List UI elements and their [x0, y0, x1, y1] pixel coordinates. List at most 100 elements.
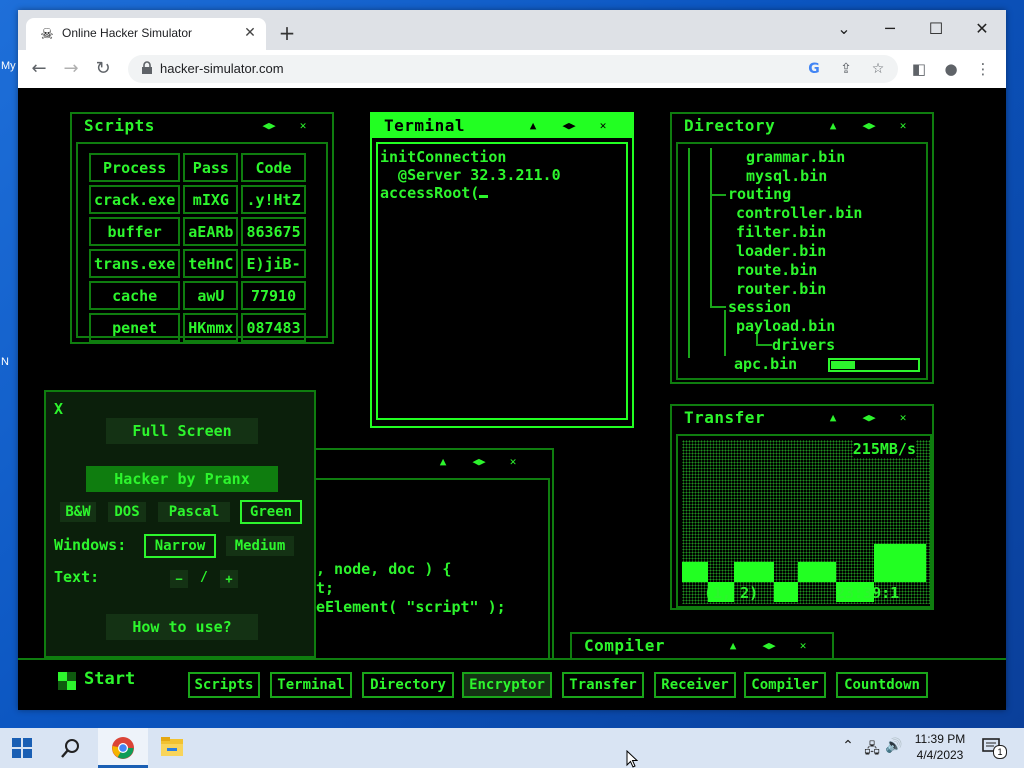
windows-start-icon[interactable] — [12, 738, 32, 758]
resize-lr-icon[interactable]: ◀▶ — [260, 117, 278, 135]
theme-green-button[interactable]: Green — [240, 500, 302, 524]
dir-file[interactable]: controller.bin — [736, 204, 862, 222]
close-icon[interactable]: ✕ — [894, 117, 912, 135]
tree-line — [710, 194, 726, 196]
close-window-button[interactable]: ✕ — [960, 14, 1004, 44]
tree-line — [710, 306, 726, 308]
dir-folder[interactable]: session — [728, 298, 791, 316]
resize-lr-icon[interactable]: ◀▶ — [760, 637, 778, 655]
network-icon[interactable]: 🖧 — [862, 738, 882, 762]
text-increase-button[interactable]: + — [220, 570, 238, 588]
taskbar-countdown[interactable]: Countdown — [836, 672, 928, 698]
side-panel-icon[interactable]: ◧ — [908, 58, 930, 80]
terminal-window[interactable]: Terminal ▲ ◀▶ ✕ initConnection @Server 3… — [370, 112, 634, 428]
hacker-simulator-page: Scripts ◀▶ ✕ Process Pass Code crack.exe… — [18, 88, 1006, 710]
chrome-taskbar-button[interactable] — [98, 728, 148, 768]
theme-dos-button[interactable]: DOS — [108, 502, 146, 522]
transfer-window[interactable]: Transfer ▲ ◀▶ ✕ 215MB/s (1, 2) 23:39:1 — [670, 404, 934, 610]
profile-icon[interactable]: ● — [940, 58, 962, 80]
options-close-button[interactable]: X — [54, 400, 63, 418]
resize-lr-icon[interactable]: ◀▶ — [860, 409, 878, 427]
tab-search-icon[interactable]: ⌄ — [822, 14, 866, 44]
desktop-icon-label[interactable]: N — [1, 356, 9, 368]
menu-icon[interactable]: ⋮ — [972, 58, 994, 80]
back-icon[interactable]: ← — [26, 56, 52, 82]
dir-folder[interactable]: routing — [728, 185, 791, 203]
terminal-output[interactable]: initConnection @Server 32.3.211.0 accessR… — [380, 148, 561, 202]
encryptor-window[interactable]: ▲ ◀▶ ✕ , node, doc ) {t; eElement( "scrip… — [310, 448, 554, 682]
dir-file[interactable]: filter.bin — [736, 223, 826, 241]
taskbar-terminal[interactable]: Terminal — [270, 672, 352, 698]
table-cell: 087483 — [241, 313, 306, 342]
dir-file[interactable]: route.bin — [736, 261, 817, 279]
maximize-icon[interactable]: ▲ — [824, 117, 842, 135]
table-cell: trans.exe — [89, 249, 181, 278]
minimize-button[interactable]: ─ — [868, 14, 912, 44]
maximize-icon[interactable]: ▲ — [524, 117, 542, 135]
scripts-window[interactable]: Scripts ◀▶ ✕ Process Pass Code crack.exe… — [70, 112, 334, 344]
new-tab-button[interactable]: + — [276, 23, 298, 45]
taskbar-encryptor[interactable]: Encryptor — [462, 672, 552, 698]
brand-button[interactable]: Hacker by Pranx — [86, 466, 278, 492]
theme-pascal-button[interactable]: Pascal — [158, 502, 230, 522]
tab-close-icon[interactable]: ✕ — [240, 23, 260, 43]
system-clock[interactable]: 11:39 PM 4/4/2023 — [900, 731, 980, 763]
chevron-up-icon[interactable]: ⌃ — [838, 738, 858, 754]
start-icon[interactable] — [58, 672, 76, 690]
close-icon[interactable]: ✕ — [294, 117, 312, 135]
transfer-block — [734, 562, 774, 582]
directory-window[interactable]: Directory ▲ ◀▶ ✕ grammar.bin mysql.bin r… — [670, 112, 934, 384]
table-cell: penet — [89, 313, 181, 342]
terminal-line: initConnection — [380, 148, 507, 166]
forward-icon[interactable]: → — [58, 56, 84, 82]
google-icon[interactable]: G — [804, 59, 824, 79]
dir-file[interactable]: mysql.bin — [746, 167, 827, 185]
file-explorer-icon[interactable] — [160, 736, 184, 758]
taskbar-scripts[interactable]: Scripts — [188, 672, 260, 698]
maximize-icon[interactable]: ▲ — [434, 453, 452, 471]
dir-file[interactable]: router.bin — [736, 280, 826, 298]
dir-folder[interactable]: drivers — [772, 336, 835, 354]
text-decrease-button[interactable]: − — [170, 570, 188, 588]
desktop-icon-label[interactable]: My — [1, 60, 16, 72]
maximize-icon[interactable]: ▲ — [824, 409, 842, 427]
dir-file[interactable]: apc.bin — [734, 355, 797, 373]
address-bar[interactable]: hacker-simulator.com G ⇪ ☆ — [128, 55, 898, 83]
close-icon[interactable]: ✕ — [894, 409, 912, 427]
dir-file[interactable]: loader.bin — [736, 242, 826, 260]
transfer-block — [874, 544, 926, 582]
browser-tab[interactable]: ☠ Online Hacker Simulator ✕ — [26, 18, 266, 50]
window-medium-button[interactable]: Medium — [226, 536, 294, 556]
window-narrow-button[interactable]: Narrow — [144, 534, 216, 558]
share-icon[interactable]: ⇪ — [836, 59, 856, 79]
dir-file[interactable]: grammar.bin — [746, 148, 845, 166]
resize-lr-icon[interactable]: ◀▶ — [470, 453, 488, 471]
reload-icon[interactable]: ↻ — [90, 56, 116, 82]
table-cell: mIXG — [183, 185, 239, 214]
table-cell: awU — [183, 281, 239, 310]
taskbar-directory[interactable]: Directory — [362, 672, 454, 698]
notifications-button[interactable]: 1 — [982, 738, 1007, 759]
taskbar-transfer[interactable]: Transfer — [562, 672, 644, 698]
dir-file[interactable]: payload.bin — [736, 317, 835, 335]
resize-lr-icon[interactable]: ◀▶ — [560, 117, 578, 135]
how-to-use-button[interactable]: How to use? — [106, 614, 258, 640]
maximize-icon[interactable]: ▲ — [724, 637, 742, 655]
table-cell: E)jiB- — [241, 249, 306, 278]
start-button[interactable]: Start — [84, 669, 135, 689]
close-icon[interactable]: ✕ — [794, 637, 812, 655]
full-screen-button[interactable]: Full Screen — [106, 418, 258, 444]
search-icon[interactable] — [60, 737, 82, 759]
scripts-table: Process Pass Code crack.exe mIXG .y!HtZ … — [86, 150, 309, 345]
close-icon[interactable]: ✕ — [504, 453, 522, 471]
theme-bw-button[interactable]: B&W — [60, 502, 96, 522]
bookmark-star-icon[interactable]: ☆ — [868, 59, 888, 79]
taskbar-compiler[interactable]: Compiler — [744, 672, 826, 698]
code-line: , node, doc ) { — [316, 560, 452, 578]
close-icon[interactable]: ✕ — [594, 117, 612, 135]
taskbar-receiver[interactable]: Receiver — [654, 672, 736, 698]
resize-lr-icon[interactable]: ◀▶ — [860, 117, 878, 135]
window-title: Transfer — [684, 408, 766, 427]
browser-window: ☠ Online Hacker Simulator ✕ + ⌄ ─ ☐ ✕ ← … — [18, 10, 1006, 710]
maximize-button[interactable]: ☐ — [914, 14, 958, 44]
